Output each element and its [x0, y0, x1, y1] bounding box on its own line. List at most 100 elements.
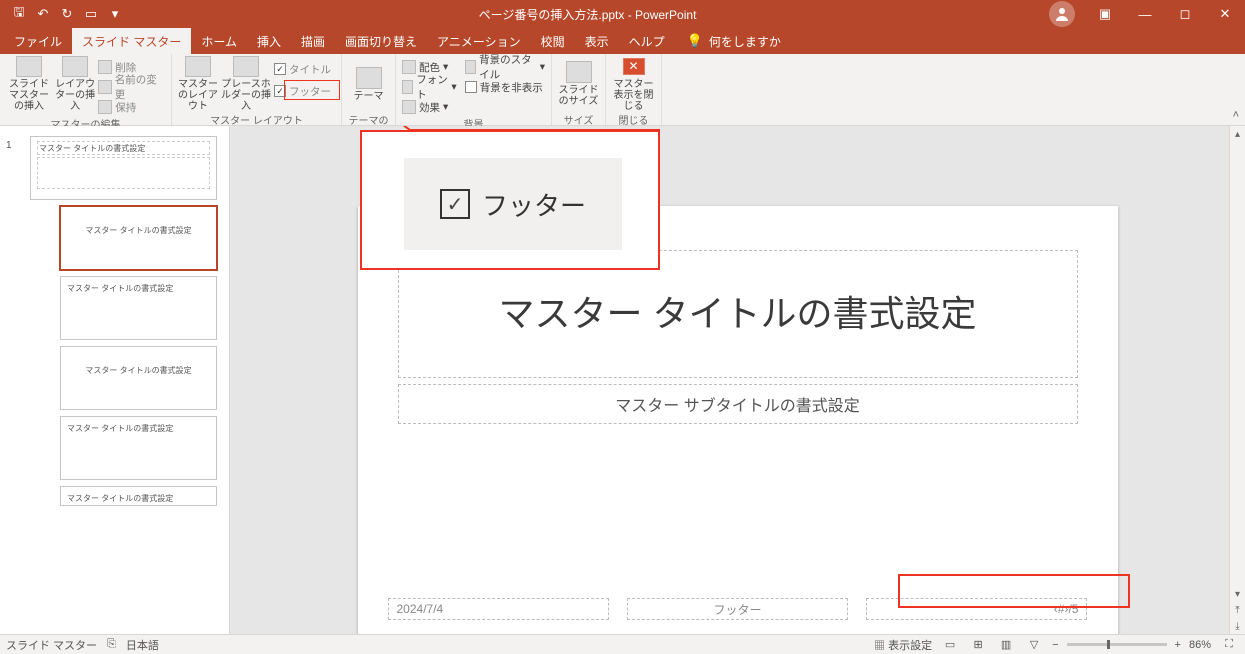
tab-help[interactable]: ヘルプ	[619, 28, 675, 54]
master-layout-button[interactable]: マスターのレイアウト	[178, 56, 218, 112]
fonts-dropdown[interactable]: フォント ▾	[402, 78, 457, 96]
close-master-label: マスター表示を閉じる	[612, 79, 655, 112]
fit-to-window-button[interactable]: ⛶	[1219, 637, 1239, 653]
background-styles-dropdown[interactable]: 背景のスタイル ▾	[465, 58, 545, 76]
chevron-down-icon: ▾	[451, 81, 456, 93]
bg-styles-icon	[465, 60, 476, 74]
tab-slide-master[interactable]: スライド マスター	[72, 28, 191, 54]
preserve-button[interactable]: 保持	[98, 98, 165, 116]
placeholder-icon	[233, 56, 259, 77]
account-avatar[interactable]	[1049, 1, 1075, 27]
thumbnail-layout-5[interactable]: マスター タイトルの書式設定	[60, 486, 217, 506]
previous-slide-button[interactable]: ⤒	[1230, 602, 1245, 618]
rename-button[interactable]: 名前の変更	[98, 78, 165, 96]
effects-dropdown[interactable]: 効果 ▾	[402, 98, 457, 116]
zoom-in-button[interactable]: +	[1175, 639, 1181, 651]
start-slideshow-button[interactable]: ▭	[80, 3, 102, 25]
minimize-button[interactable]: —	[1125, 0, 1165, 28]
tab-view[interactable]: 表示	[575, 28, 619, 54]
footer-checkbox[interactable]: フッター	[274, 82, 331, 100]
slide-sorter-button[interactable]: ⊞	[968, 637, 988, 653]
themes-label: テーマ	[354, 91, 384, 102]
close-master-button[interactable]: ✕ マスター表示を閉じる	[612, 56, 655, 112]
window-buttons: ▣ — ◻ ✕	[1049, 0, 1245, 28]
date-placeholder[interactable]: 2024/7/4	[388, 598, 609, 620]
themes-icon	[356, 67, 382, 89]
redo-button[interactable]: ↻	[56, 3, 78, 25]
maximize-button[interactable]: ◻	[1165, 0, 1205, 28]
tab-review[interactable]: 校閲	[531, 28, 575, 54]
thumbnail-layout-2[interactable]: マスター タイトルの書式設定	[60, 276, 217, 340]
delete-icon	[98, 60, 112, 74]
slide-master-icon	[16, 56, 42, 77]
annotation-callout-label: フッター	[482, 186, 586, 223]
hide-background-checkbox[interactable]: 背景を非表示	[465, 78, 545, 96]
group-master-layout: マスターのレイアウト プレースホルダーの挿入 タイトル フッター マスター レイ…	[172, 54, 342, 125]
save-button[interactable]: 🖫	[8, 3, 30, 25]
ribbon-display-button[interactable]: ▣	[1085, 0, 1125, 28]
layout-icon	[62, 56, 88, 77]
thumbnail-layout-1[interactable]: マスター タイトルの書式設定	[60, 206, 217, 270]
ribbon: スライド マスターの挿入 レイアウターの挿入 削除 名前の変更 保持 マスターの…	[0, 54, 1245, 126]
undo-button[interactable]: ↶	[32, 3, 54, 25]
preserve-label: 保持	[115, 100, 136, 115]
normal-view-button[interactable]: ▭	[940, 637, 960, 653]
vertical-scrollbar[interactable]: ▴ ▾ ⤒ ⤓	[1229, 126, 1245, 634]
close-window-button[interactable]: ✕	[1205, 0, 1245, 28]
checkbox-icon	[274, 85, 286, 97]
zoom-slider[interactable]	[1067, 643, 1167, 646]
tab-animations[interactable]: アニメーション	[427, 28, 531, 54]
effects-icon	[402, 100, 416, 114]
slide-size-button[interactable]: スライドのサイズ	[558, 56, 599, 112]
thumbnail-pane[interactable]: 1 マスター タイトルの書式設定 マスター タイトルの書式設定 マスター タイト…	[0, 126, 230, 634]
thumbnail-layout-3[interactable]: マスター タイトルの書式設定	[60, 346, 217, 410]
status-bar: スライド マスター ⎘ 日本語 ▦ 表示設定 ▭ ⊞ ▥ ▽ − + 86% ⛶	[0, 634, 1245, 654]
insert-slide-master-button[interactable]: スライド マスターの挿入	[6, 56, 52, 112]
subtitle-placeholder-text: マスター サブタイトルの書式設定	[615, 392, 859, 416]
master-layout-icon	[185, 56, 211, 77]
title-placeholder-text: マスター タイトルの書式設定	[498, 293, 976, 334]
thumbnail-master[interactable]: マスター タイトルの書式設定	[30, 136, 217, 200]
status-language[interactable]: 日本語	[126, 637, 159, 653]
tab-draw[interactable]: 描画	[291, 28, 335, 54]
reading-view-button[interactable]: ▥	[996, 637, 1016, 653]
tell-me-search[interactable]: 💡 何をしますか	[675, 28, 781, 54]
group-close: ✕ マスター表示を閉じる 閉じる	[606, 54, 662, 125]
tab-home[interactable]: ホーム	[191, 28, 247, 54]
group-themes: テーマ テーマの編集	[342, 54, 396, 125]
thumb-title: マスター タイトルの書式設定	[67, 365, 210, 376]
scroll-up-button[interactable]: ▴	[1230, 126, 1245, 142]
tab-file[interactable]: ファイル	[4, 28, 72, 54]
checkbox-icon	[274, 63, 286, 75]
insert-layout-button[interactable]: レイアウターの挿入	[52, 56, 98, 112]
lightbulb-icon: 💡	[687, 33, 703, 49]
colors-icon	[402, 60, 416, 74]
subtitle-placeholder[interactable]: マスター サブタイトルの書式設定	[398, 384, 1078, 424]
placeholder-label: プレースホルダーの挿入	[218, 79, 274, 112]
accessibility-icon[interactable]: ⎘	[107, 638, 116, 651]
date-text: 2024/7/4	[397, 602, 444, 616]
slide-master-canvas[interactable]: マスター タイトルの書式設定 マスター サブタイトルの書式設定 2024/7/4…	[358, 206, 1118, 634]
group-background: 配色 ▾ フォント ▾ 効果 ▾ 背景のスタイル ▾ 背景を非表示 背景	[396, 54, 552, 125]
next-slide-button[interactable]: ⤓	[1230, 618, 1245, 634]
tell-me-label: 何をしますか	[709, 33, 781, 50]
slide-size-icon	[566, 61, 592, 83]
tab-transitions[interactable]: 画面切り替え	[335, 28, 427, 54]
display-settings-button[interactable]: ▦ 表示設定	[874, 637, 932, 653]
tab-insert[interactable]: 挿入	[247, 28, 291, 54]
scroll-down-button[interactable]: ▾	[1230, 586, 1245, 602]
themes-button[interactable]: テーマ	[348, 56, 389, 112]
hide-bg-label: 背景を非表示	[480, 80, 543, 95]
thumbnail-layout-4[interactable]: マスター タイトルの書式設定	[60, 416, 217, 480]
qat-customize-button[interactable]: ▾	[104, 3, 126, 25]
insert-placeholder-button[interactable]: プレースホルダーの挿入	[218, 56, 274, 112]
slideshow-button[interactable]: ▽	[1024, 637, 1044, 653]
group-size: スライドのサイズ サイズ	[552, 54, 606, 125]
footer-placeholder[interactable]: フッター	[627, 598, 848, 620]
page-number-placeholder[interactable]: ‹#›/5	[866, 598, 1087, 620]
title-checkbox[interactable]: タイトル	[274, 60, 331, 78]
ribbon-collapse-button[interactable]: ˄	[1233, 109, 1239, 121]
chevron-down-icon: ▾	[443, 101, 448, 113]
zoom-level[interactable]: 86%	[1189, 639, 1211, 651]
zoom-out-button[interactable]: −	[1052, 639, 1058, 651]
